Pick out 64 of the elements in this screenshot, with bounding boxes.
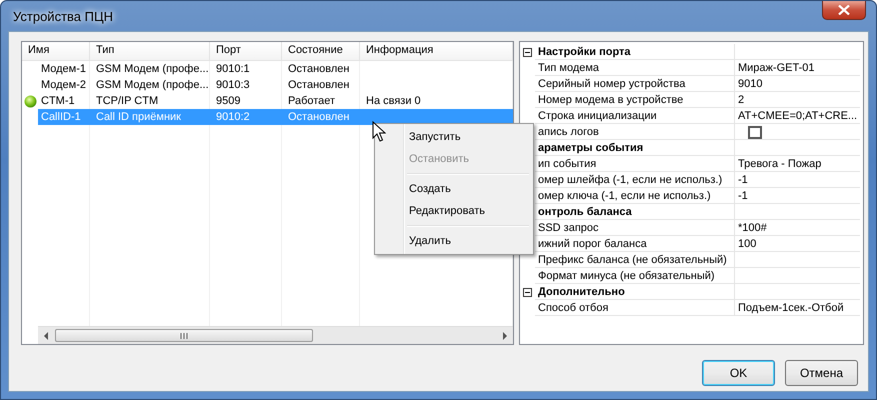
property-value[interactable]: -1 <box>735 172 860 188</box>
property-value[interactable]: 2 <box>735 92 860 108</box>
property-name: ижний порог баланса <box>535 236 735 252</box>
property-name: Префикс баланса (не обязательный) <box>535 252 735 268</box>
section-title: Настройки порта <box>535 44 735 60</box>
close-icon <box>838 5 850 15</box>
mouse-cursor-icon <box>372 121 386 143</box>
table-cell: GSM Модем (профе... <box>90 77 210 93</box>
menu-item[interactable]: Создать <box>377 178 531 200</box>
table-cell: CallID-1 <box>38 109 89 125</box>
left-arrow-icon[interactable] <box>44 332 49 340</box>
property-value[interactable]: *100# <box>735 220 860 236</box>
column-header[interactable]: Порт <box>210 42 282 60</box>
property-value[interactable]: 9010 <box>735 76 860 92</box>
cancel-button[interactable]: Отмена <box>785 360 858 386</box>
menu-item[interactable]: Редактировать <box>377 200 531 222</box>
table-cell-text: Модем-2 <box>40 78 87 93</box>
grip-icon <box>180 332 188 338</box>
property-name: SSD запрос <box>535 220 735 236</box>
property-name: Строка инициализации <box>535 108 735 124</box>
column-header[interactable]: Состояние <box>282 42 360 60</box>
table-cell: GSM Модем (профе... <box>90 61 210 77</box>
horizontal-scrollbar[interactable] <box>38 326 513 344</box>
property-name: Тип модема <box>535 60 735 76</box>
checkbox[interactable] <box>748 126 762 139</box>
section-title: онтроль баланса <box>535 204 735 220</box>
table-cell: 9010:2 <box>210 109 282 125</box>
property-name: ип события <box>535 156 735 172</box>
right-arrow-icon[interactable] <box>502 332 507 340</box>
property-name: Формат минуса (не обязательный) <box>535 268 735 284</box>
collapse-icon[interactable] <box>523 48 532 56</box>
table-cell: 9010:3 <box>210 77 282 93</box>
table-row[interactable]: Модем-1 GSM Модем (профе... 9010:1 Остановлен <box>22 61 513 77</box>
close-button[interactable] <box>822 1 866 20</box>
section-title: араметры события <box>535 140 735 156</box>
property-name: Способ отбоя <box>535 300 735 316</box>
table-cell-text: Модем-1 <box>40 62 87 77</box>
table-cell: Call ID приёмник <box>90 109 210 125</box>
table-cell: Остановлен <box>282 61 360 77</box>
menu-item[interactable]: Удалить <box>377 230 531 252</box>
window-title: Устройства ПЦН <box>12 8 114 26</box>
column-header[interactable]: Информация <box>360 42 513 60</box>
table-cell: Остановлен <box>282 77 360 93</box>
property-name: омер шлейфа (-1, если не использ.) <box>535 172 735 188</box>
table-cell-text: CTM-1 <box>40 94 76 109</box>
property-name: омер ключа (-1, если не использ.) <box>535 188 735 204</box>
collapse-icon[interactable] <box>523 288 532 296</box>
table-row[interactable]: Модем-2 GSM Модем (профе... 9010:3 Остановлен <box>22 77 513 93</box>
property-value[interactable]: AT+CMEE=0;AT+CRE... <box>735 108 860 124</box>
property-value[interactable]: Подъем-1сек.-Отбой <box>735 300 860 316</box>
property-value[interactable]: Тревога - Пожар <box>735 156 860 172</box>
column-header[interactable]: Тип <box>90 42 210 60</box>
property-name: Серийный номер устройства <box>535 76 735 92</box>
property-value[interactable]: 100 <box>735 236 860 252</box>
column-header[interactable]: Имя <box>22 42 90 60</box>
section-title: Дополнительно <box>535 284 735 300</box>
property-name: апись логов <box>535 124 735 140</box>
property-name: Номер модема в устройстве <box>535 92 735 108</box>
table-cell: Остановлен <box>282 109 360 125</box>
scroll-thumb[interactable] <box>55 329 313 342</box>
property-value[interactable]: -1 <box>735 188 860 204</box>
ok-button[interactable]: OK <box>702 360 775 386</box>
table-cell: 9010:1 <box>210 61 282 77</box>
property-value[interactable]: Мираж-GET-01 <box>735 60 860 76</box>
